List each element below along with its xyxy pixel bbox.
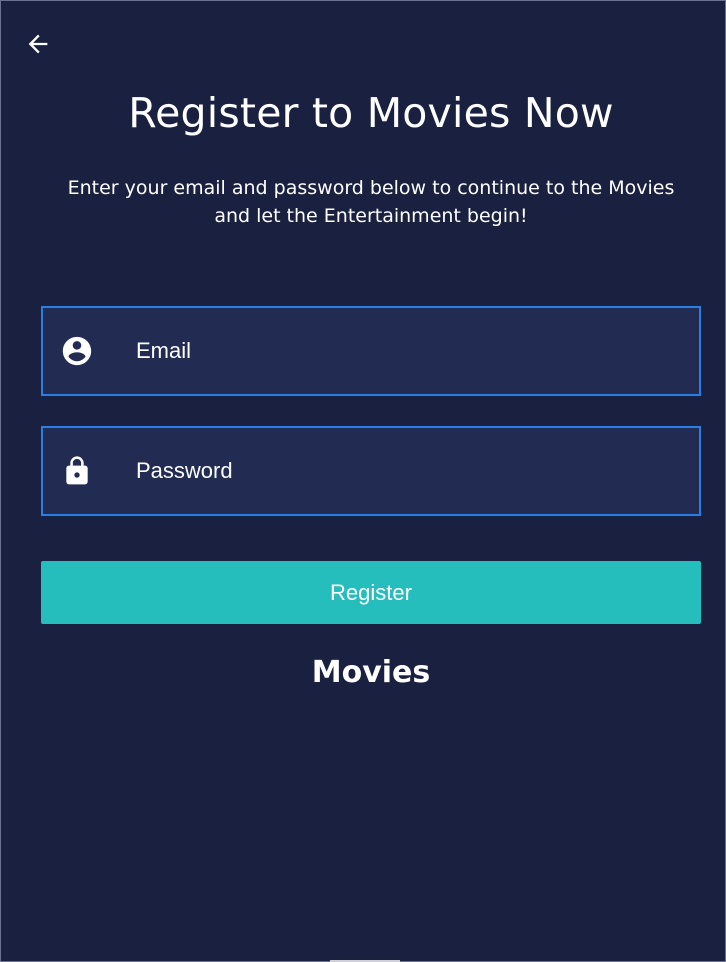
arrow-left-icon: [24, 30, 52, 62]
back-button[interactable]: [21, 29, 55, 63]
register-button[interactable]: Register: [41, 561, 701, 624]
brand-name: Movies: [311, 655, 431, 690]
account-circle-icon: [60, 334, 94, 368]
email-field[interactable]: [134, 320, 699, 382]
page-title: Register to Movies Now: [128, 89, 614, 137]
page-subtitle: Enter your email and password below to c…: [67, 177, 675, 227]
password-field[interactable]: [134, 440, 699, 502]
lock-icon: [60, 454, 94, 488]
password-field-container: [41, 426, 701, 516]
email-field-container: [41, 306, 701, 396]
register-screen: Register to Movies Now Enter your email …: [0, 0, 726, 962]
